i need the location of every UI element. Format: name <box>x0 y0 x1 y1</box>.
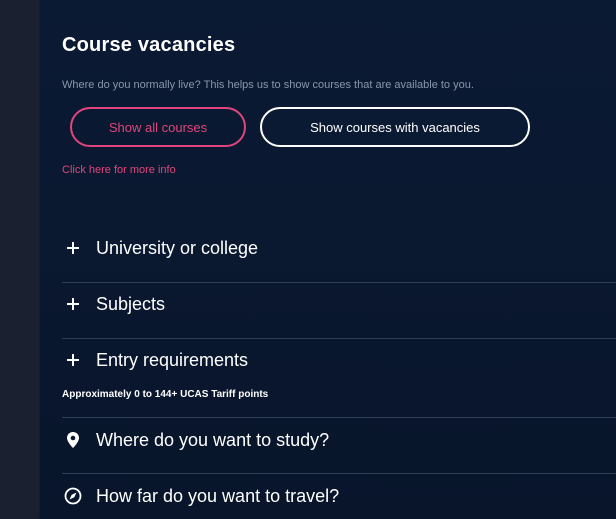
divider <box>62 473 616 474</box>
filter-how-far-to-travel[interactable]: How far do you want to travel? <box>62 485 616 507</box>
compass-icon <box>62 485 84 507</box>
plus-icon <box>62 349 84 371</box>
plus-icon <box>62 293 84 315</box>
more-info-link[interactable]: Click here for more info <box>62 164 176 176</box>
filter-label: University or college <box>96 237 259 258</box>
filter-label: Subjects <box>96 293 166 314</box>
course-vacancies-panel: Course vacancies Where do you normally l… <box>40 0 616 519</box>
page-frame: Course vacancies Where do you normally l… <box>0 0 616 519</box>
filter-label: Entry requirements <box>96 349 249 370</box>
entry-requirements-note: Approximately 0 to 144+ UCAS Tariff poin… <box>62 389 269 400</box>
show-courses-with-vacancies-button[interactable]: Show courses with vacancies <box>260 107 530 147</box>
panel-title: Course vacancies <box>62 34 236 56</box>
filter-label: Where do you want to study? <box>96 429 330 450</box>
filter-university-or-college[interactable]: University or college <box>62 237 616 259</box>
panel-subtitle: Where do you normally live? This helps u… <box>62 79 474 91</box>
plus-icon <box>62 237 84 259</box>
filter-where-to-study[interactable]: Where do you want to study? <box>62 429 616 451</box>
divider <box>62 417 616 418</box>
filter-label: How far do you want to travel? <box>96 485 340 506</box>
divider <box>62 282 616 283</box>
filter-subjects[interactable]: Subjects <box>62 293 616 315</box>
divider <box>62 338 616 339</box>
show-all-courses-button[interactable]: Show all courses <box>70 107 246 147</box>
filter-entry-requirements[interactable]: Entry requirements <box>62 349 616 371</box>
location-pin-icon <box>62 429 84 451</box>
